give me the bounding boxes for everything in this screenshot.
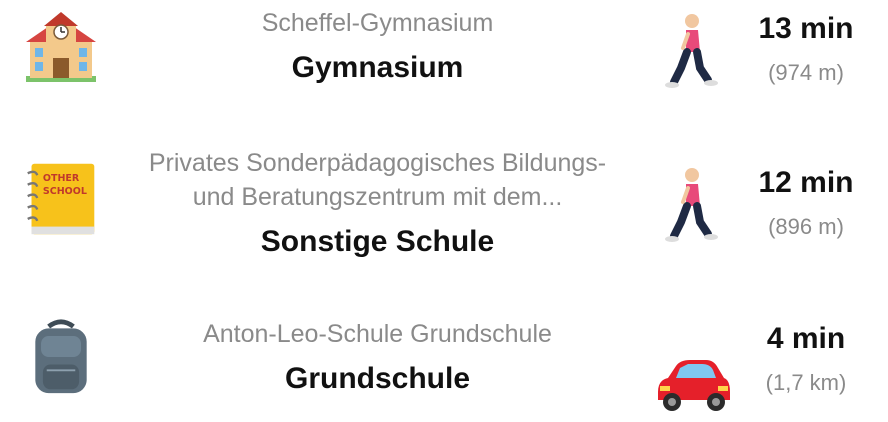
travel-distance: (1,7 km) <box>765 370 847 395</box>
travel-info: 13 min (974 m) <box>740 10 872 88</box>
notebook-label-line2: SCHOOL <box>43 186 87 197</box>
car-icon <box>658 360 730 411</box>
school-type: Gymnasium <box>291 51 464 84</box>
school-building-icon <box>26 12 96 82</box>
school-row-grundschule[interactable]: Anton-Leo-Schule Grundschule Grundschule… <box>0 305 888 411</box>
notebook-icon: OTHER SCHOOL <box>27 163 95 235</box>
travel-duration: 12 min <box>758 166 854 199</box>
school-info: Anton-Leo-Schule Grundschule Grundschule <box>120 317 635 399</box>
travel-info: 12 min (896 m) <box>740 164 872 242</box>
person-walking-icon <box>665 14 718 88</box>
person-walking-icon <box>665 168 718 242</box>
school-info: Privates Sonderpädagogisches Bildungs- u… <box>120 146 635 262</box>
travel-duration: 4 min <box>766 322 846 355</box>
school-row-gymnasium[interactable]: Scheffel-Gymnasium Gymnasium 13 min (974… <box>0 0 888 110</box>
notebook-label-line1: OTHER <box>43 173 80 184</box>
school-type: Sonstige Schule <box>260 225 495 258</box>
school-name-line2: und Beratungszentrum mit dem... <box>192 183 563 211</box>
school-name: Scheffel-Gymnasium <box>261 9 494 37</box>
school-name-line1: Privates Sonderpädagogisches Bildungs- <box>148 149 607 177</box>
backpack-icon <box>35 319 87 394</box>
travel-distance: (974 m) <box>768 60 844 85</box>
school-info: Scheffel-Gymnasium Gymnasium <box>120 6 635 88</box>
travel-duration: 13 min <box>758 12 854 45</box>
travel-info: 4 min (1,7 km) <box>740 320 872 398</box>
school-type: Grundschule <box>284 362 471 395</box>
travel-distance: (896 m) <box>768 214 844 239</box>
school-row-sonstige[interactable]: OTHER SCHOOL Privates Sonderpädagogische… <box>0 140 888 270</box>
school-name: Anton-Leo-Schule Grundschule <box>203 320 552 348</box>
